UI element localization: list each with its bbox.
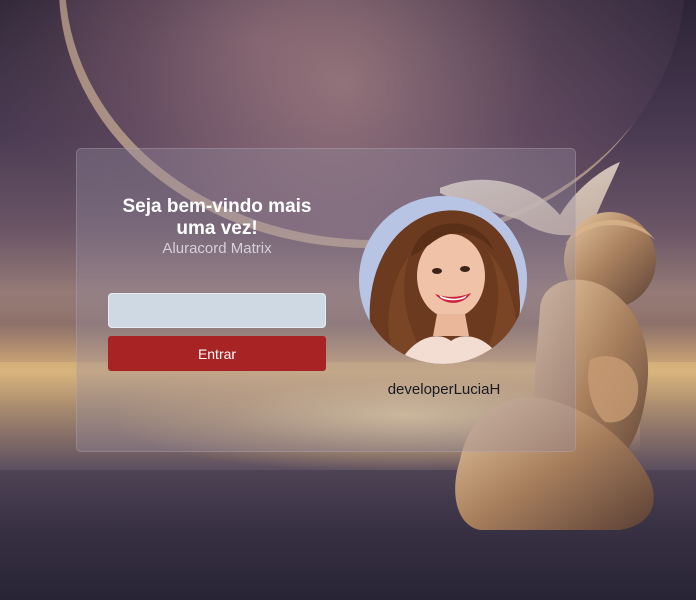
submit-button[interactable]: Entrar bbox=[108, 336, 326, 371]
page-title: Seja bem-vindo mais uma vez! bbox=[122, 196, 312, 239]
profile-username: developerLuciaH bbox=[387, 381, 501, 398]
page-subtitle: Aluracord Matrix bbox=[162, 240, 272, 257]
username-input[interactable] bbox=[108, 293, 326, 328]
login-header: Seja bem-vindo mais uma vez! Aluracord M… bbox=[108, 196, 326, 258]
profile-photo bbox=[359, 196, 527, 364]
avatar bbox=[359, 196, 527, 364]
